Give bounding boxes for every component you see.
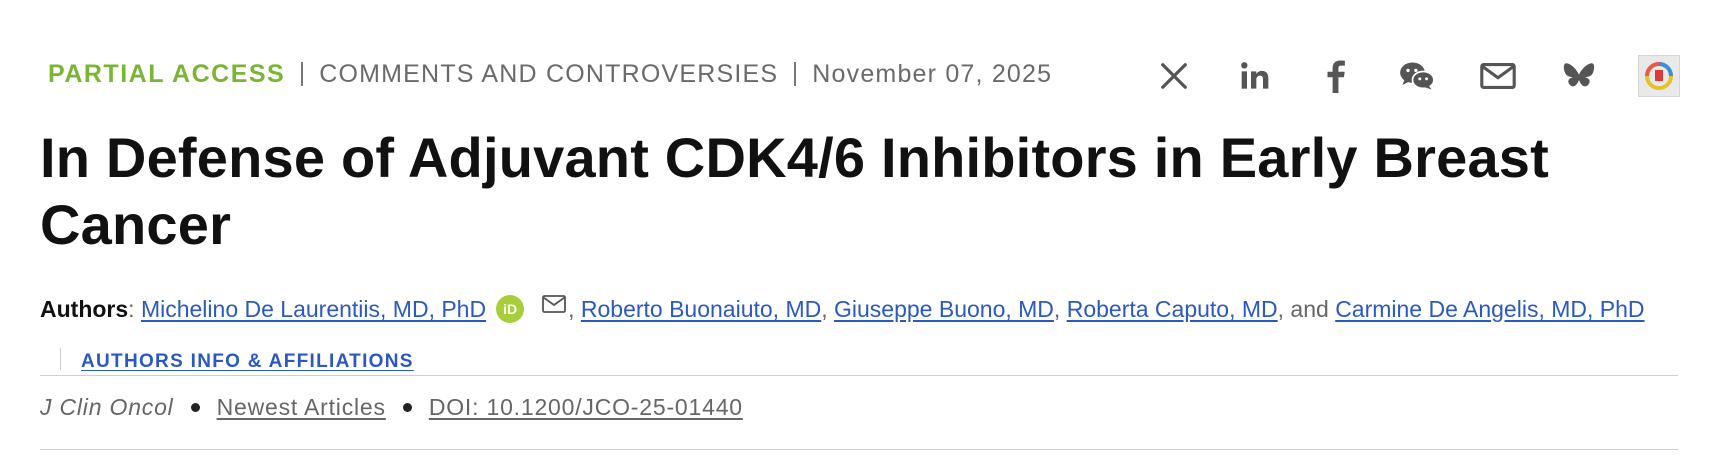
authors-list: Authors: Michelino De Laurentiis, MD, Ph… bbox=[40, 280, 1680, 387]
divider bbox=[40, 375, 1678, 376]
authors-affiliations-link[interactable]: AUTHORS INFO & AFFILIATIONS bbox=[81, 351, 414, 372]
authors-label: Authors bbox=[40, 296, 129, 322]
affiliations-divider bbox=[60, 348, 61, 370]
article-category: COMMENTS AND CONTROVERSIES bbox=[319, 59, 779, 88]
author-link[interactable]: Roberta Caputo, MD bbox=[1067, 296, 1278, 322]
facebook-icon[interactable] bbox=[1314, 54, 1358, 98]
author-conjunction: , and bbox=[1277, 296, 1329, 322]
authors-colon: : bbox=[128, 296, 135, 322]
x-icon[interactable] bbox=[1152, 54, 1196, 98]
article-title: In Defense of Adjuvant CDK4/6 Inhibitors… bbox=[40, 126, 1549, 256]
author-link[interactable]: Giuseppe Buono, MD bbox=[834, 296, 1054, 322]
journal-name: J Clin Oncol bbox=[40, 394, 174, 420]
divider bbox=[40, 449, 1678, 450]
share-toolbar bbox=[1152, 54, 1680, 98]
bluesky-icon[interactable] bbox=[1557, 54, 1601, 98]
publication-date: November 07, 2025 bbox=[812, 59, 1053, 88]
orcid-icon[interactable]: iD bbox=[496, 295, 525, 323]
citation-line: J Clin Oncol Newest Articles DOI: 10.120… bbox=[40, 394, 743, 421]
linkedin-icon[interactable] bbox=[1233, 54, 1277, 98]
wechat-icon[interactable] bbox=[1395, 54, 1439, 98]
access-badge: PARTIAL ACCESS bbox=[48, 59, 286, 88]
author-link[interactable]: Michelino De Laurentiis, MD, PhD bbox=[141, 296, 486, 322]
author-separator: , bbox=[821, 296, 828, 322]
author-link[interactable]: Roberto Buonaiuto, MD bbox=[581, 296, 821, 322]
email-author-icon[interactable] bbox=[542, 280, 566, 330]
article-header: PARTIAL ACCESS COMMENTS AND CONTROVERSIE… bbox=[40, 0, 1680, 458]
email-icon[interactable] bbox=[1476, 54, 1520, 98]
doi-link[interactable]: DOI: 10.1200/JCO-25-01440 bbox=[429, 394, 743, 421]
altmetric-badge-icon[interactable] bbox=[1638, 55, 1680, 97]
meta-divider bbox=[301, 62, 304, 86]
author-separator: , bbox=[568, 296, 575, 322]
meta-divider bbox=[794, 62, 797, 86]
bullet-separator bbox=[190, 403, 200, 412]
section-link[interactable]: Newest Articles bbox=[217, 394, 386, 421]
bullet-separator bbox=[402, 403, 412, 412]
author-link[interactable]: Carmine De Angelis, MD, PhD bbox=[1335, 296, 1644, 322]
author-separator: , bbox=[1053, 296, 1061, 322]
article-meta-bar: PARTIAL ACCESS COMMENTS AND CONTROVERSIE… bbox=[48, 56, 1052, 92]
